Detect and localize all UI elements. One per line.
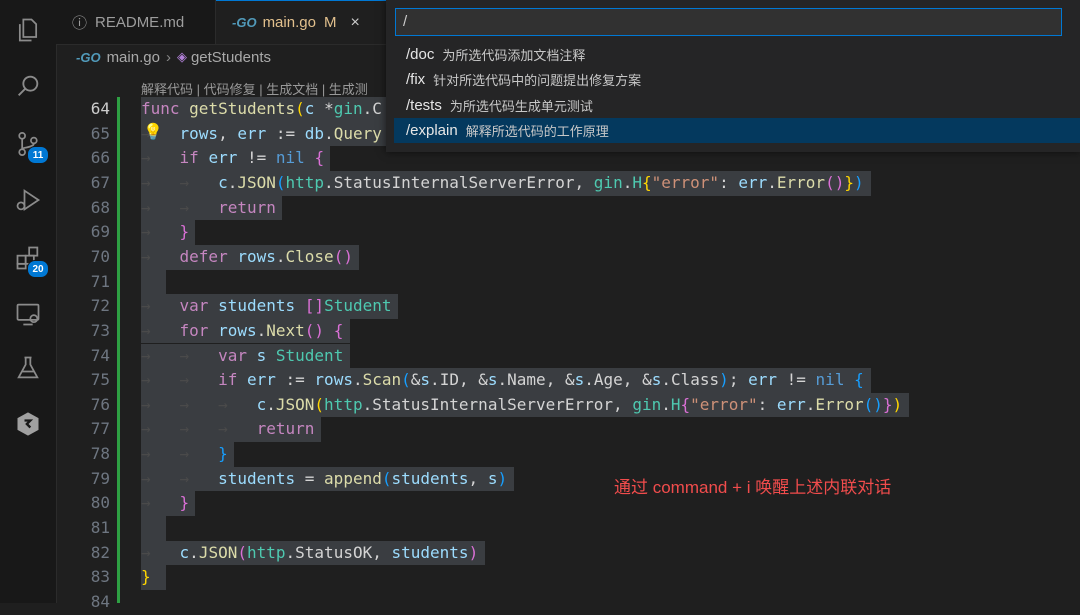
code-line: } xyxy=(141,567,151,587)
code-line: → defer rows.Close() xyxy=(141,246,353,266)
line-number: 71 xyxy=(90,271,110,291)
command-item-doc[interactable]: /doc 为所选代码添加文档注释 xyxy=(394,42,1080,67)
line-number: 66 xyxy=(90,148,110,168)
inline-chat-command-palette: / /doc 为所选代码添加文档注释 /fix 针对所选代码中的问题提出修复方案… xyxy=(386,0,1080,152)
remote-explorer-icon[interactable] xyxy=(0,290,56,338)
tab-label: main.go xyxy=(262,14,316,31)
code-line: → → → return xyxy=(141,419,315,439)
code-line: → var students []Student xyxy=(141,296,392,316)
command-name: /fix xyxy=(406,71,426,88)
line-number: 77 xyxy=(90,419,110,439)
selection-highlight xyxy=(141,516,167,541)
chevron-right-icon: › xyxy=(165,48,171,66)
lightbulb-icon[interactable]: 💡 xyxy=(143,122,163,142)
code-line: → → return xyxy=(141,197,276,217)
line-number: 81 xyxy=(90,518,110,538)
command-name: /doc xyxy=(406,46,435,63)
command-input[interactable]: / xyxy=(395,8,1062,36)
line-number: 68 xyxy=(90,197,110,217)
line-number: 78 xyxy=(90,444,110,464)
command-item-tests[interactable]: /tests 为所选代码生成单元测试 xyxy=(394,93,1080,118)
line-number: 67 xyxy=(90,172,110,192)
line-number: 69 xyxy=(90,222,110,242)
line-number: 80 xyxy=(90,493,110,513)
command-item-fix[interactable]: /fix 针对所选代码中的问题提出修复方案 xyxy=(394,67,1080,92)
git-added-indicator xyxy=(117,97,120,603)
explorer-icon[interactable] xyxy=(0,6,56,54)
code-line: → } xyxy=(141,222,190,242)
command-description: 解释所选代码的工作原理 xyxy=(465,124,609,139)
code-line: → → } xyxy=(141,444,228,464)
code-line: → } xyxy=(141,493,190,513)
modified-indicator: M xyxy=(323,14,337,31)
breadcrumb-file[interactable]: main.go xyxy=(107,49,160,66)
search-icon[interactable] xyxy=(0,62,56,110)
line-number: 79 xyxy=(90,468,110,488)
command-item-explain[interactable]: /explain 解释所选代码的工作原理 xyxy=(394,118,1080,143)
annotation-text: 通过 command + i 唤醒上述内联对话 xyxy=(614,478,892,497)
code-line: → rows, err := db.Query xyxy=(141,123,382,143)
code-line: → for rows.Next() { xyxy=(141,320,344,340)
source-control-icon[interactable]: 11 xyxy=(0,120,56,168)
go-file-icon: -GO xyxy=(76,49,101,65)
line-number: 73 xyxy=(90,320,110,340)
command-name: /tests xyxy=(406,97,442,114)
line-number: 84 xyxy=(90,592,110,611)
code-line: → if err != nil { xyxy=(141,148,325,168)
info-icon: ⓘ xyxy=(72,14,88,32)
line-number: 72 xyxy=(90,296,110,316)
line-number: 70 xyxy=(90,246,110,266)
command-description: 为所选代码生成单元测试 xyxy=(449,99,593,114)
code-line: → → → c.JSON(http.StatusInternalServerEr… xyxy=(141,394,903,414)
method-icon: ◈ xyxy=(176,49,187,64)
command-description: 为所选代码添加文档注释 xyxy=(442,48,586,63)
activity-bar: 11 20 xyxy=(0,0,57,603)
code-line: → → students = append(students, s) xyxy=(141,468,508,488)
breadcrumb-symbol[interactable]: getStudents xyxy=(191,49,271,66)
line-number: 75 xyxy=(90,370,110,390)
command-name: /explain xyxy=(406,122,458,139)
line-number: 64 xyxy=(90,99,110,118)
line-number: 83 xyxy=(90,567,110,587)
tab-readme[interactable]: ⓘ README.md xyxy=(56,0,216,44)
run-debug-icon[interactable] xyxy=(0,176,56,224)
line-number: 65 xyxy=(90,123,110,143)
close-icon[interactable]: × xyxy=(350,14,359,32)
extensions-icon[interactable]: 20 xyxy=(0,234,56,282)
selection-highlight xyxy=(141,269,167,295)
source-control-badge: 11 xyxy=(27,146,49,164)
tab-label: README.md xyxy=(95,13,185,31)
command-description: 针对所选代码中的问题提出修复方案 xyxy=(433,73,642,88)
code-line: → → c.JSON(http.StatusInternalServerErro… xyxy=(141,172,864,192)
code-line: → c.JSON(http.StatusOK, students) xyxy=(141,542,479,562)
line-number: 74 xyxy=(90,345,110,365)
codelens-actions[interactable]: 解释代码 | 代码修复 | 生成文档 | 生成测 xyxy=(141,79,368,98)
testing-icon[interactable] xyxy=(0,344,56,392)
line-number: 82 xyxy=(90,542,110,562)
go-file-icon: -GO xyxy=(232,15,257,30)
code-line: → → var s Student xyxy=(141,345,344,365)
tab-main-go[interactable]: -GO main.go M × xyxy=(216,0,414,44)
code-line: func getStudents(c *gin.C xyxy=(141,99,382,118)
extensions-badge: 20 xyxy=(27,260,49,278)
line-number: 76 xyxy=(90,394,110,414)
code-line: → → if err := rows.Scan(&s.ID, &s.Name, … xyxy=(141,370,864,390)
copilot-extension-icon[interactable] xyxy=(0,400,56,448)
